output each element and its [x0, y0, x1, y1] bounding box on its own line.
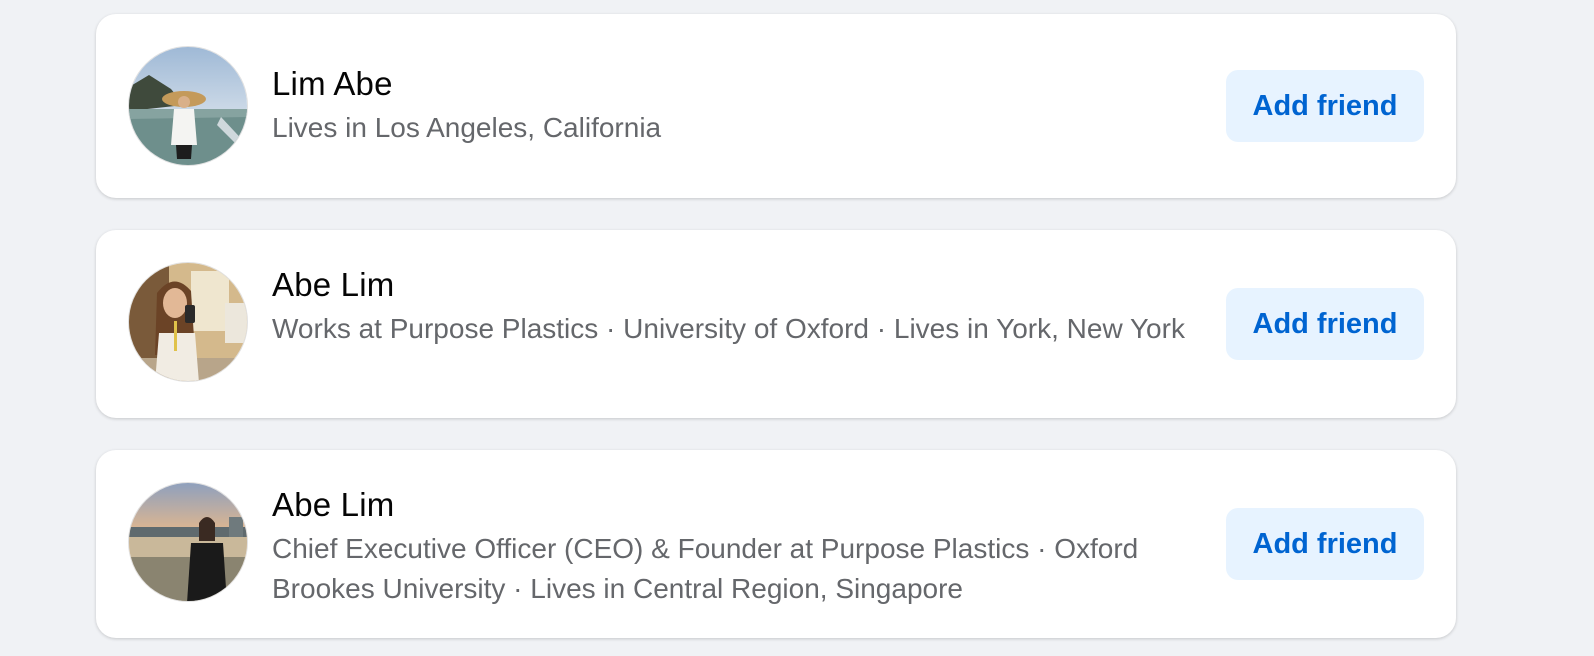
person-details: Lives in Los Angeles, California — [272, 112, 662, 143]
person-result-card: Abe Lim Chief Executive Officer (CEO) & … — [96, 450, 1456, 638]
person-name[interactable]: Abe Lim — [272, 485, 1212, 525]
person-info: Lim Abe Lives in Los Angeles, California — [272, 64, 1212, 148]
profile-avatar[interactable] — [128, 262, 248, 382]
add-friend-button[interactable]: Add friend — [1226, 70, 1424, 142]
profile-avatar[interactable] — [128, 46, 248, 166]
person-result-card: Lim Abe Lives in Los Angeles, California… — [96, 14, 1456, 198]
profile-photo-icon — [129, 483, 247, 601]
person-name[interactable]: Abe Lim — [272, 265, 1212, 305]
profile-photo-icon — [129, 47, 247, 165]
people-search-results: Lim Abe Lives in Los Angeles, California… — [0, 0, 1594, 656]
add-friend-button[interactable]: Add friend — [1226, 288, 1424, 360]
person-name[interactable]: Lim Abe — [272, 64, 1212, 104]
person-info: Abe Lim Works at Purpose Plastics · Univ… — [272, 265, 1212, 349]
profile-photo-icon — [129, 263, 247, 381]
person-details: Works at Purpose Plastics · University o… — [272, 313, 1185, 344]
profile-avatar[interactable] — [128, 482, 248, 602]
person-result-card: Abe Lim Works at Purpose Plastics · Univ… — [96, 230, 1456, 418]
person-details: Chief Executive Officer (CEO) & Founder … — [272, 533, 1139, 604]
person-info: Abe Lim Chief Executive Officer (CEO) & … — [272, 485, 1212, 609]
add-friend-button[interactable]: Add friend — [1226, 508, 1424, 580]
